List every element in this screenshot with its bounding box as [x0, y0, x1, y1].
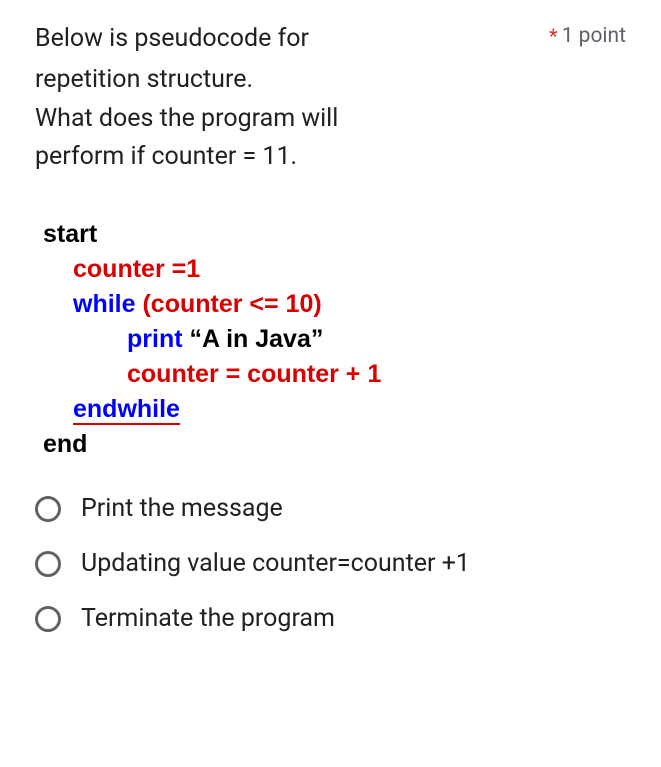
option-2[interactable]: Updating value counter=counter +1	[35, 549, 626, 578]
options-group: Print the message Updating value counter…	[35, 494, 626, 633]
radio-icon[interactable]	[35, 606, 61, 632]
option-3-label: Terminate the program	[81, 604, 335, 633]
code-counter-inc: counter = counter + 1	[127, 360, 381, 388]
question-line-1: Below is pseudocode for	[35, 20, 309, 59]
required-star-icon: *	[549, 24, 558, 48]
option-1[interactable]: Print the message	[35, 494, 626, 523]
question-line-3: What does the program will	[35, 100, 626, 139]
pseudocode-block: start counter =1 while (counter <= 10) p…	[43, 217, 626, 462]
radio-icon[interactable]	[35, 551, 61, 577]
option-1-label: Print the message	[81, 494, 283, 523]
code-print-kw: print	[127, 325, 190, 353]
code-endwhile: endwhile	[73, 395, 180, 425]
points-wrap: * 1 point	[509, 20, 626, 48]
question-header: Below is pseudocode for * 1 point	[35, 20, 626, 59]
code-counter-init: counter =1	[73, 255, 200, 283]
code-while-kw: while	[73, 290, 142, 318]
option-2-label: Updating value counter=counter +1	[81, 549, 470, 578]
code-print-str: “A in Java”	[190, 325, 324, 353]
question-line-4: perform if counter = 11.	[35, 138, 626, 177]
code-start: start	[43, 220, 97, 248]
code-while-cond: (counter <= 10)	[142, 290, 321, 318]
code-end: end	[43, 430, 87, 458]
option-3[interactable]: Terminate the program	[35, 604, 626, 633]
question-line-2: repetition structure.	[35, 61, 626, 100]
radio-icon[interactable]	[35, 496, 61, 522]
points-text: 1 point	[562, 24, 626, 48]
